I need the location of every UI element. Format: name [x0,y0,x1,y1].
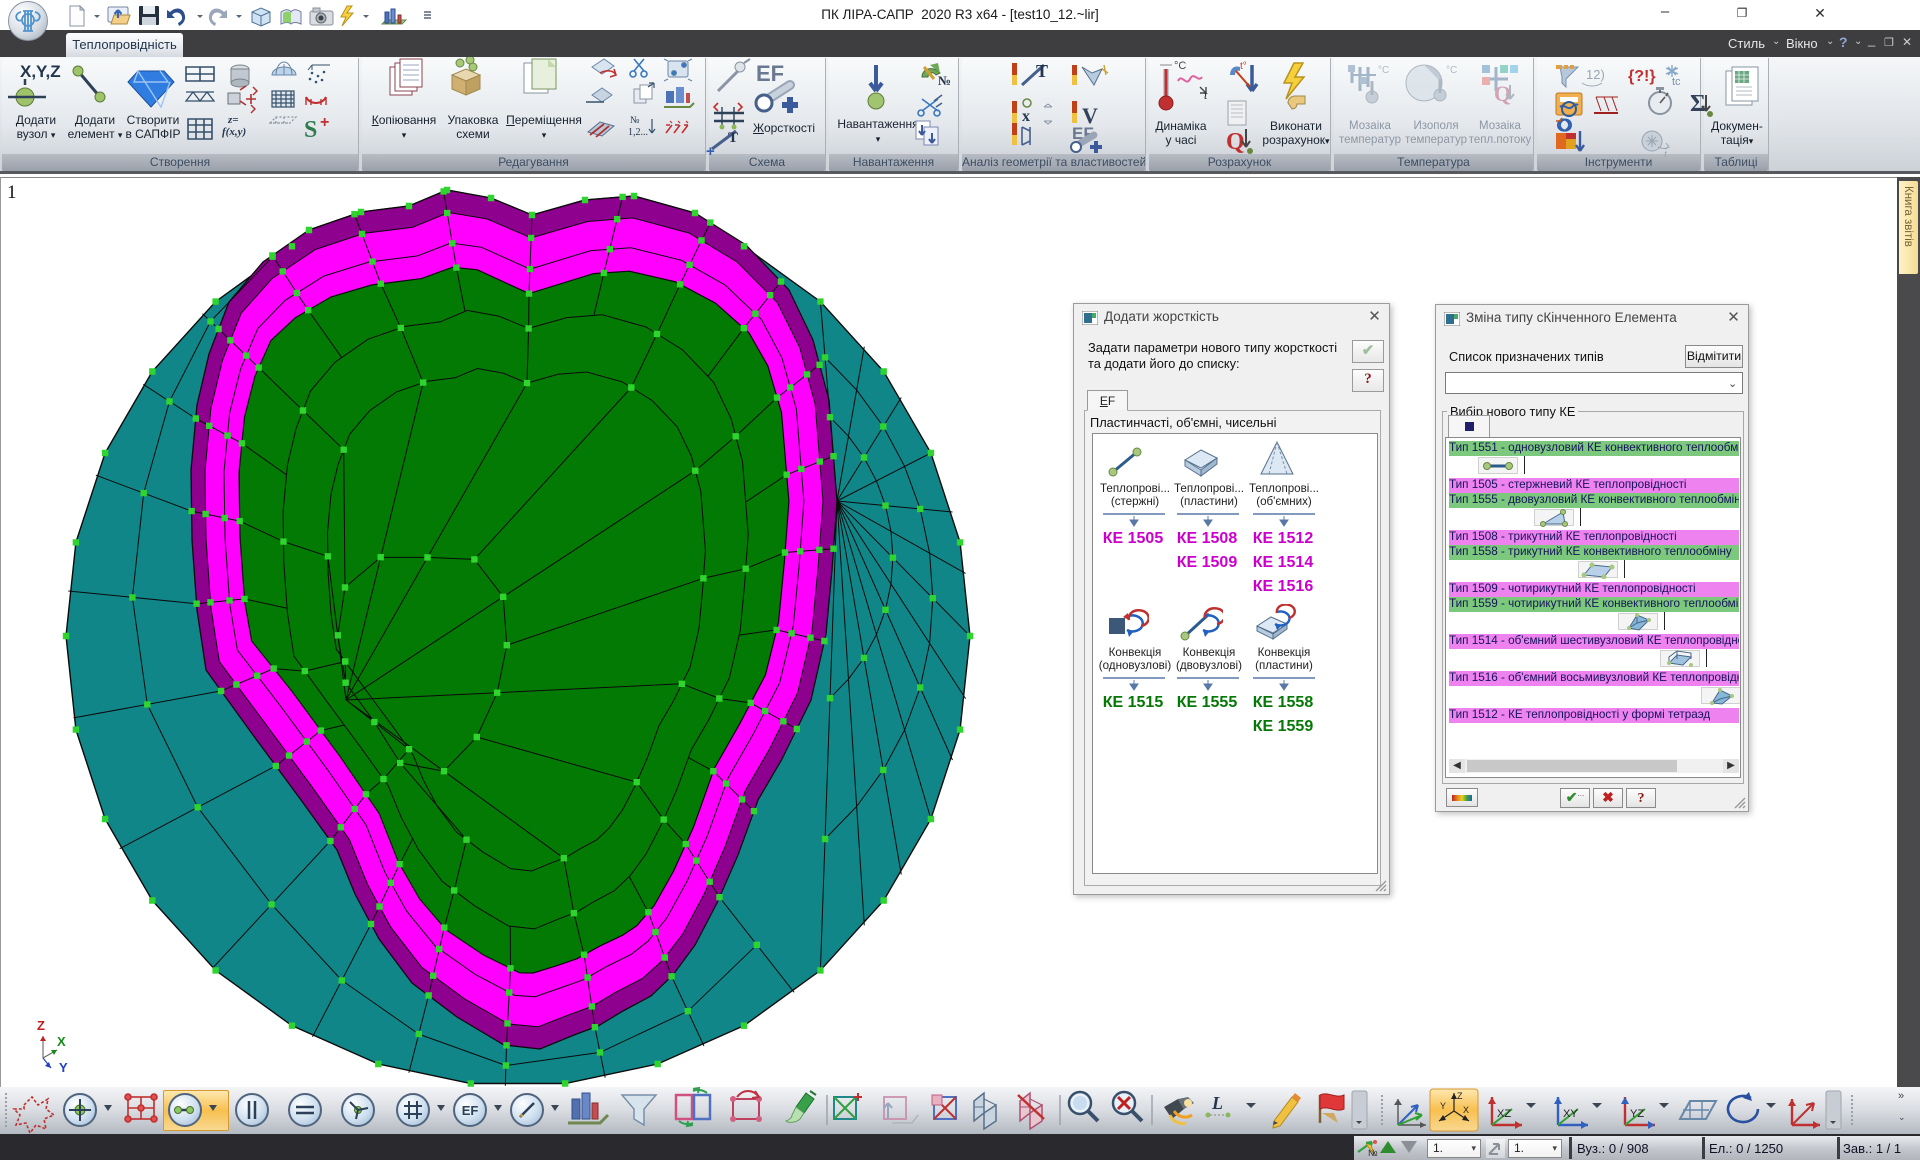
svg-text:X: X [57,1034,66,1049]
svg-text:T: T [728,130,738,146]
svg-text:EF: EF [756,61,784,86]
svg-text:Y: Y [59,1060,68,1075]
svg-text:t: t [1664,148,1668,160]
svg-text:№: № [938,73,951,88]
svg-text:Z: Z [1457,1091,1463,1101]
svg-text:XY: XY [1563,1108,1578,1120]
svg-text:Z: Z [37,1018,45,1033]
svg-text:X: X [1463,1105,1469,1115]
svg-text:№: № [1368,1148,1378,1158]
svg-text:Q: Q [1494,81,1511,106]
svg-text:{?!}: {?!} [1628,68,1656,85]
svg-text:°C: °C [1446,65,1457,76]
svg-text:tc: tc [1672,76,1681,88]
svg-text:t: t [1204,88,1208,102]
svg-text:Y: Y [1440,1101,1446,1111]
svg-text:+: + [320,114,329,131]
svg-text:YZ: YZ [1630,1108,1644,1120]
svg-text:+: + [706,143,715,160]
svg-text:t°: t° [1240,61,1247,72]
svg-text:T: T [1036,61,1048,81]
svg-text:№: № [630,115,640,126]
svg-text:z=: z= [227,114,239,126]
svg-text:L: L [1211,1093,1223,1113]
svg-text:1,2...: 1,2... [628,127,648,138]
svg-text:X,Y,Z: X,Y,Z [20,62,61,81]
svg-text:°C: °C [1174,60,1186,72]
svg-text:XZ: XZ [1497,1108,1511,1120]
svg-text:S: S [304,117,317,143]
svg-text:°C: °C [1378,65,1389,76]
svg-text:12): 12) [1586,67,1605,82]
svg-text:x: x [1022,108,1030,125]
svg-text:Σ: Σ [1690,91,1706,117]
svg-text:f(x,y): f(x,y) [222,126,246,138]
